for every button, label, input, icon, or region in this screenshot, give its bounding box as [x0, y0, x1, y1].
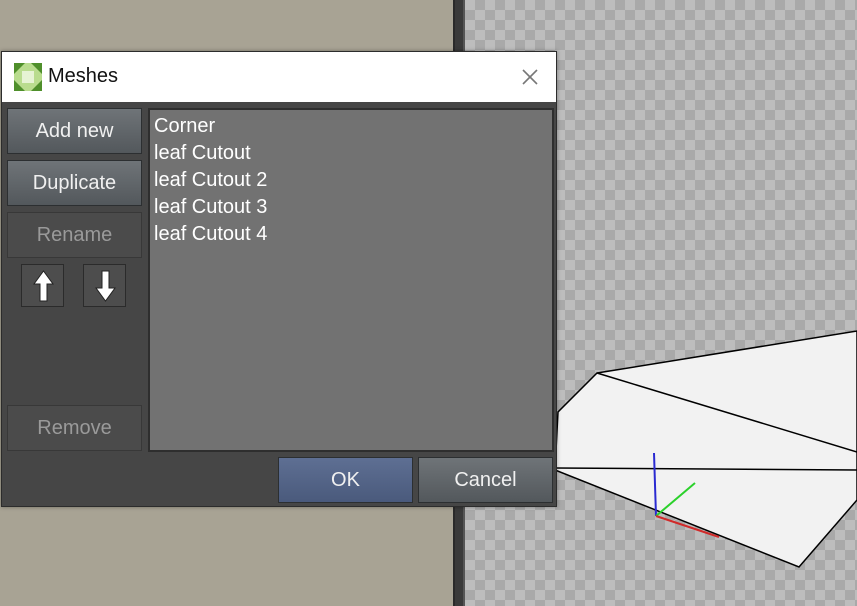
list-item[interactable]: leaf Cutout 4 [154, 221, 552, 248]
dialog-titlebar[interactable]: Meshes [2, 52, 556, 102]
arrow-down-icon [95, 270, 116, 302]
arrow-up-icon [33, 270, 54, 302]
ok-button[interactable]: OK [278, 457, 413, 503]
list-item[interactable]: leaf Cutout [154, 140, 552, 167]
add-new-button[interactable]: Add new [7, 108, 142, 154]
list-item[interactable]: leaf Cutout 3 [154, 194, 552, 221]
duplicate-button[interactable]: Duplicate [7, 160, 142, 206]
rename-button[interactable]: Rename [7, 212, 142, 258]
mesh-list[interactable]: Corner leaf Cutout leaf Cutout 2 leaf Cu… [148, 108, 554, 452]
meshes-app-icon [13, 62, 43, 92]
remove-button[interactable]: Remove [7, 405, 142, 451]
close-icon[interactable] [518, 65, 542, 89]
list-item[interactable]: leaf Cutout 2 [154, 167, 552, 194]
meshes-dialog: Meshes Add new Duplicate Rename Remove C… [1, 51, 557, 507]
cancel-button[interactable]: Cancel [418, 457, 553, 503]
list-item[interactable]: Corner [154, 113, 552, 140]
mesh-plane [554, 330, 857, 568]
move-down-button[interactable] [83, 264, 126, 307]
dialog-title: Meshes [48, 65, 119, 87]
move-up-button[interactable] [21, 264, 64, 307]
